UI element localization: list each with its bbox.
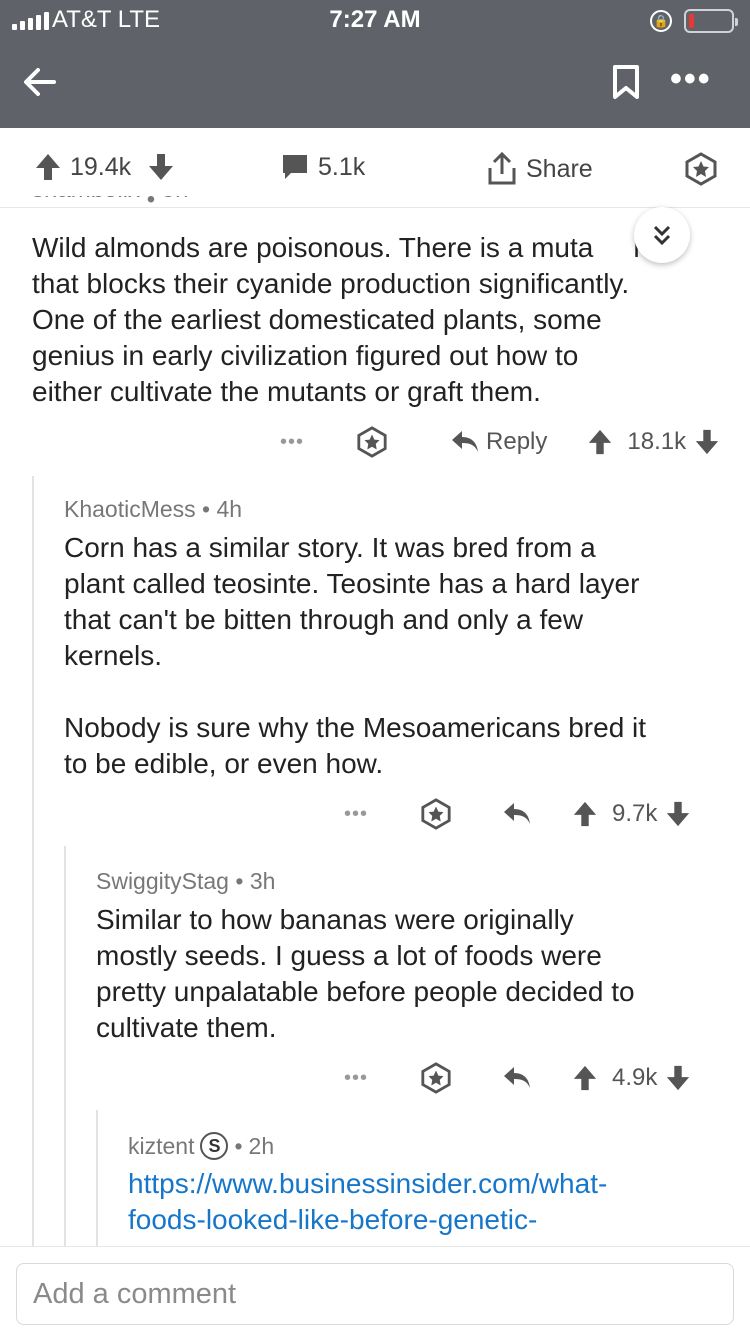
comment-age: 4h [216,496,243,522]
downvote-icon[interactable] [694,428,720,456]
award-icon[interactable] [420,798,452,830]
collapse-thread-button[interactable] [634,207,690,263]
app-header: AT&T LTE 7:27 AM 🔒 ••• [0,0,750,128]
link-line[interactable]: foods-looked-like-before-genetic- [128,1202,738,1238]
share-label: Share [526,154,593,183]
comment-age: 5h [162,196,189,203]
comment-author[interactable]: shambolix [32,196,140,203]
comment-actions: ••• 9.7k [344,796,691,832]
add-comment-input[interactable] [16,1263,734,1325]
comment-line: that blocks their cyanide production sig… [32,268,630,299]
save-post-button[interactable] [684,152,718,186]
comment-line: pretty unpalatable before people decided… [96,976,635,1007]
comment-score: 18.1k [627,428,687,455]
reply-arrow-icon[interactable] [502,1065,532,1091]
upvote-icon[interactable] [34,152,62,182]
reply-arrow-icon [452,431,479,452]
comment-meta: shambolix • 5h [32,196,189,218]
comment-actions: ••• Reply 18.1k [280,424,720,460]
comment-link[interactable]: https://www.businessinsider.com/what- fo… [128,1166,738,1246]
more-options-icon[interactable]: ••• [670,60,712,99]
comments-count-button[interactable]: 5.1k [280,152,365,182]
comment-age: 2h [248,1132,275,1159]
comment-meta: kiztent S • 2h [128,1132,275,1160]
award-icon[interactable] [420,1062,452,1094]
reply-label: Reply [486,428,548,455]
comment-body: Corn has a similar story. It was bred fr… [64,530,734,782]
share-button[interactable]: Share [486,152,593,186]
post-vote-group: 19.4k [34,152,175,182]
comment-line: kernels. [64,640,163,671]
comments-count: 5.1k [318,152,366,181]
comment-body: Wild almonds are poisonous. There is a m… [32,230,732,410]
share-icon [488,152,516,185]
downvote-icon[interactable] [147,152,175,182]
comment-meta: SwiggityStag • 3h [96,868,276,894]
comment-author[interactable]: kiztent [128,1133,194,1160]
comment-line: either cultivate the mutants or graft th… [32,376,541,407]
comment-line: Nobody is sure why the Mesoamericans bre… [64,712,647,743]
reply-arrow-icon[interactable] [502,801,532,827]
comment-author[interactable]: SwiggityStag [96,868,229,894]
comment-author[interactable]: KhaoticMess [64,496,196,522]
more-options-icon[interactable]: ••• [280,431,304,454]
comment-age: 3h [249,868,276,894]
clock: 7:27 AM [329,6,421,33]
comment-meta: KhaoticMess • 4h [64,496,243,522]
comment-line: Corn has a similar story. It was bred fr… [64,532,596,563]
comment-bubble-icon [283,155,307,179]
more-options-icon[interactable]: ••• [344,803,368,826]
reply-button[interactable]: Reply [450,428,547,456]
downvote-icon[interactable] [665,1064,691,1092]
comment-line: plant called teosinte. Teosinte has a ha… [64,568,640,599]
orientation-lock-icon: 🔒 [650,10,672,32]
downvote-icon[interactable] [665,800,691,828]
post-score: 19.4k [70,152,132,181]
comment-actions: ••• 4.9k [344,1060,691,1096]
back-arrow-icon[interactable] [20,62,60,102]
comment-line [64,674,734,710]
user-flair-icon: S [200,1132,229,1160]
comment-composer [0,1246,750,1334]
comment-line: One of the earliest domesticated plants,… [32,304,602,335]
award-icon[interactable] [356,426,388,458]
more-options-icon[interactable]: ••• [344,1067,368,1090]
thread-rail[interactable] [64,846,66,1246]
battery-icon [684,9,738,33]
upvote-icon[interactable] [587,428,613,456]
bookmark-icon[interactable] [612,64,640,100]
comment-line: mostly seeds. I guess a lot of foods wer… [96,940,602,971]
link-line[interactable]: https://www.businessinsider.com/what- [128,1166,738,1202]
comment-line: genius in early civilization figured out… [32,340,579,371]
thread-rail[interactable] [96,1110,98,1246]
star-badge-icon [685,152,717,186]
comment-body: Similar to how bananas were originally m… [96,902,736,1046]
comment-score: 4.9k [612,1064,658,1091]
comment-line: Similar to how bananas were originally [96,904,574,935]
comment-line: Wild almonds are poisonous. There is a m… [32,232,649,263]
double-chevron-down-icon [653,225,671,246]
comment-score: 9.7k [612,800,658,827]
comment-line: cultivate them. [96,1012,277,1043]
upvote-icon[interactable] [572,1064,598,1092]
comment-line: to be edible, or even how. [64,748,384,779]
comment-line: that can't be bitten through and only a … [64,604,584,635]
thread-rail[interactable] [32,476,34,1246]
status-bar: AT&T LTE 7:27 AM 🔒 [0,0,750,40]
upvote-icon[interactable] [572,800,598,828]
